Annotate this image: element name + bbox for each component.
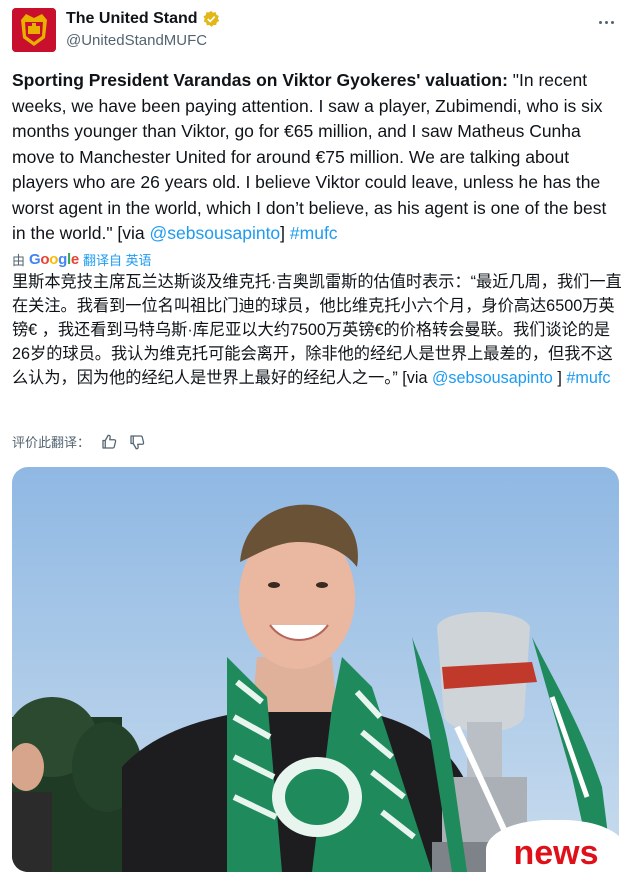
google-logo: Google <box>29 251 79 268</box>
thumbs-down-icon[interactable] <box>128 433 146 451</box>
tweet-header: The United Stand @UnitedStandMUFC <box>12 8 628 58</box>
hashtag-link[interactable]: #mufc <box>290 223 338 243</box>
tweet-mid: ] <box>280 223 290 243</box>
rate-translation-row: 评价此翻译： <box>12 432 146 451</box>
translated-hashtag-link[interactable]: #mufc <box>566 369 610 387</box>
account-name[interactable]: The United Stand <box>66 10 198 28</box>
thumbs-up-icon[interactable] <box>100 433 118 451</box>
verified-badge-icon <box>203 10 219 27</box>
avatar[interactable] <box>12 8 56 52</box>
photo-player-with-trophy <box>12 467 619 872</box>
translation-attribution: 由 Google 翻译自 英语 <box>12 250 152 269</box>
news-badge-text: news <box>513 833 599 872</box>
tweet-media-photo[interactable] <box>12 467 619 872</box>
rate-translation-label: 评价此翻译： <box>12 435 91 450</box>
name-row: The United Stand <box>66 10 220 28</box>
tweet-lead: Sporting President Varandas on Viktor Gy… <box>12 70 508 90</box>
tweet-text: Sporting President Varandas on Viktor Gy… <box>12 68 622 247</box>
club-crest-icon <box>12 8 56 52</box>
tweet-body: "In recent weeks, we have been paying at… <box>12 70 607 243</box>
account-handle[interactable]: @UnitedStandMUFC <box>66 32 207 49</box>
translated-text: 里斯本竞技主席瓦兰达斯谈及维克托·吉奥凯雷斯的估值时表示：“最近几周，我们一直在… <box>12 270 624 390</box>
news-watermark: news <box>486 820 626 886</box>
mention-link[interactable]: @sebsousapinto <box>150 223 281 243</box>
translated-by-label: 由 <box>12 253 26 268</box>
translated-mid: ] <box>552 369 567 387</box>
translated-mention-link[interactable]: @sebsousapinto <box>432 369 553 387</box>
more-options-icon[interactable] <box>594 12 618 32</box>
translated-from-link[interactable]: 翻译自 英语 <box>83 250 152 269</box>
